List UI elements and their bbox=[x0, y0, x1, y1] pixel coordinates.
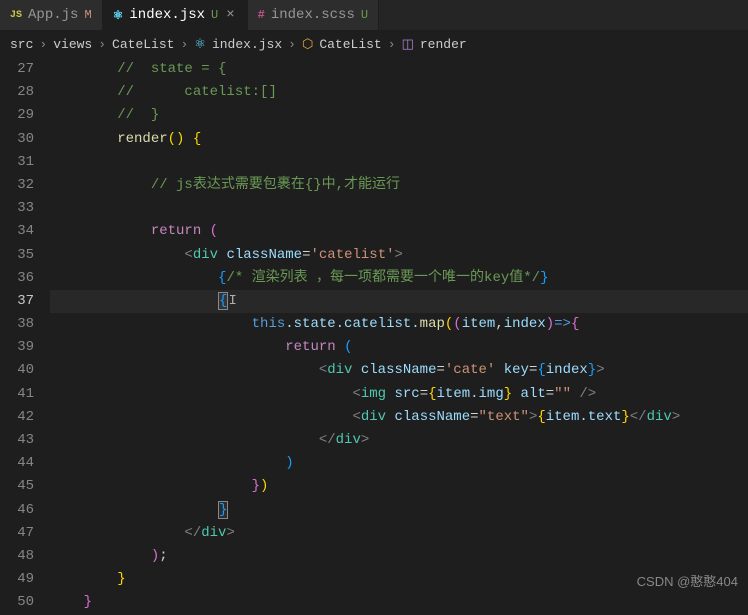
line-number: 47 bbox=[0, 522, 34, 545]
line-number: 48 bbox=[0, 545, 34, 568]
breadcrumb[interactable]: src › views › CateList › ⚛ index.jsx › ⬡… bbox=[0, 30, 748, 58]
bc-item[interactable]: CateList bbox=[112, 37, 174, 52]
line-number: 34 bbox=[0, 220, 34, 243]
react-icon: ⚛ bbox=[113, 8, 124, 23]
tab-app-js[interactable]: JS App.js M bbox=[0, 0, 103, 30]
tab-index-scss[interactable]: # index.scss U bbox=[248, 0, 379, 30]
modified-badge: M bbox=[84, 8, 91, 22]
line-number: 38 bbox=[0, 313, 34, 336]
chevron-right-icon: › bbox=[288, 37, 296, 52]
tab-label: index.scss bbox=[271, 7, 355, 23]
line-number: 37 bbox=[0, 290, 34, 313]
class-icon: ⬡ bbox=[302, 37, 313, 52]
line-number: 41 bbox=[0, 383, 34, 406]
chevron-right-icon: › bbox=[180, 37, 188, 52]
chevron-right-icon: › bbox=[39, 37, 47, 52]
bc-item[interactable]: index.jsx bbox=[212, 37, 282, 52]
editor-tabs: JS App.js M ⚛ index.jsx U × # index.scss… bbox=[0, 0, 748, 30]
line-number: 44 bbox=[0, 452, 34, 475]
scss-icon: # bbox=[258, 8, 265, 22]
line-number: 50 bbox=[0, 591, 34, 614]
chevron-right-icon: › bbox=[388, 37, 396, 52]
untracked-badge: U bbox=[361, 8, 368, 22]
line-numbers-gutter: 2728293031323334353637383940414243444546… bbox=[0, 58, 50, 598]
bc-item[interactable]: src bbox=[10, 37, 33, 52]
line-number: 49 bbox=[0, 568, 34, 591]
code-editor[interactable]: 2728293031323334353637383940414243444546… bbox=[0, 58, 748, 598]
line-number: 46 bbox=[0, 499, 34, 522]
line-number: 40 bbox=[0, 359, 34, 382]
line-number: 35 bbox=[0, 244, 34, 267]
method-icon: ◫ bbox=[402, 37, 414, 52]
line-number: 30 bbox=[0, 128, 34, 151]
line-number: 42 bbox=[0, 406, 34, 429]
line-number: 43 bbox=[0, 429, 34, 452]
line-number: 31 bbox=[0, 151, 34, 174]
watermark: CSDN @憨憨404 bbox=[637, 571, 738, 590]
line-number: 29 bbox=[0, 104, 34, 127]
line-number: 27 bbox=[0, 58, 34, 81]
js-icon: JS bbox=[10, 10, 22, 21]
bc-item[interactable]: views bbox=[53, 37, 92, 52]
bc-item[interactable]: CateList bbox=[319, 37, 381, 52]
untracked-badge: U bbox=[211, 8, 218, 22]
tab-index-jsx[interactable]: ⚛ index.jsx U × bbox=[103, 0, 248, 30]
react-icon: ⚛ bbox=[194, 37, 206, 52]
line-number: 39 bbox=[0, 336, 34, 359]
close-icon[interactable]: × bbox=[224, 7, 236, 23]
bc-item[interactable]: render bbox=[420, 37, 467, 52]
tab-label: index.jsx bbox=[129, 7, 205, 23]
line-number: 45 bbox=[0, 475, 34, 498]
line-number: 28 bbox=[0, 81, 34, 104]
tab-label: App.js bbox=[28, 7, 78, 23]
line-number: 36 bbox=[0, 267, 34, 290]
chevron-right-icon: › bbox=[98, 37, 106, 52]
code-area[interactable]: // state = { // catelist:[] // } render(… bbox=[50, 58, 748, 598]
line-number: 32 bbox=[0, 174, 34, 197]
line-number: 33 bbox=[0, 197, 34, 220]
